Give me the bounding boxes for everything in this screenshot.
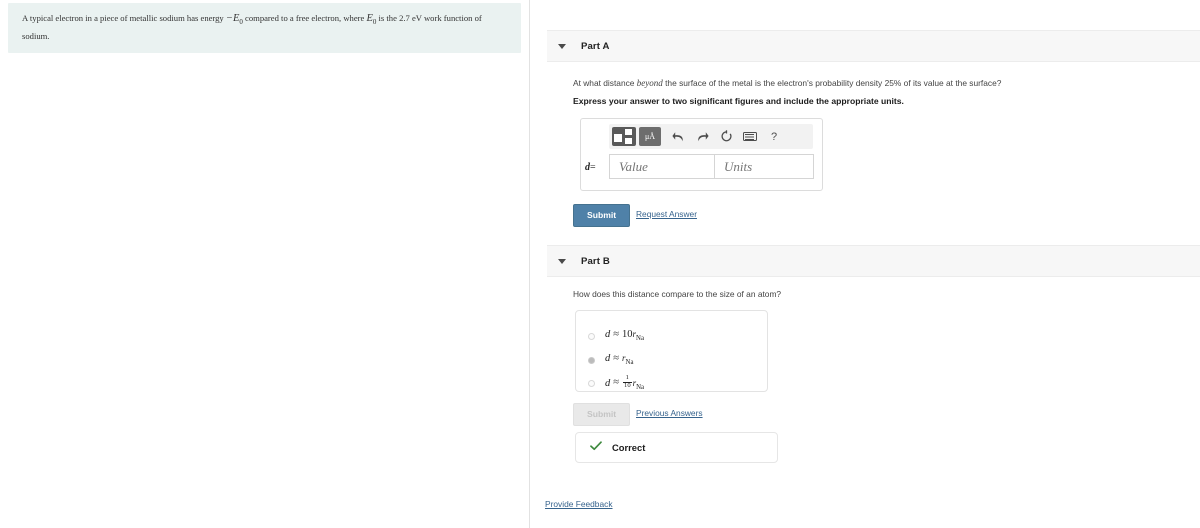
reset-circle-icon (720, 130, 733, 143)
previous-answers-link[interactable]: Previous Answers (636, 408, 703, 418)
problem-panel: A typical electron in a piece of metalli… (0, 0, 530, 528)
radio-button-3[interactable] (588, 379, 595, 387)
provide-feedback-link[interactable]: Provide Feedback (545, 499, 613, 509)
option-row-2[interactable]: d ≈ rNa (588, 353, 633, 367)
option-label-3: d ≈1 10 rNa (605, 374, 645, 391)
undo-arrow-icon (671, 131, 685, 143)
radio-button-2[interactable] (588, 356, 595, 364)
option-label-2: d ≈ rNa (605, 353, 633, 366)
option-3-fraction: 1 10 (623, 374, 632, 390)
template-icon (612, 127, 636, 146)
option-1-coef: 10 (622, 329, 633, 341)
undo-button[interactable] (668, 127, 688, 146)
option-row-1[interactable]: d ≈10rNa (588, 329, 644, 343)
part-a-title: Part A (581, 40, 610, 52)
redo-arrow-icon (696, 131, 709, 143)
part-b-header[interactable]: Part B (547, 245, 1200, 277)
option-1-var: d (605, 329, 611, 341)
equals-sign: = (590, 162, 596, 173)
units-button[interactable]: μÅ (639, 127, 661, 146)
correct-feedback-box: Correct (575, 432, 778, 463)
math-toolbar: μÅ ? (609, 124, 813, 149)
part-a-submit-button[interactable]: Submit (573, 204, 631, 227)
part-a-question: At what distance beyond the surface of t… (573, 78, 1173, 88)
redo-button[interactable] (692, 127, 712, 146)
part-a-instruction: Express your answer to two significant f… (573, 96, 904, 106)
value-input[interactable] (609, 154, 715, 179)
part-b-question: How does this distance compare to the si… (573, 289, 782, 299)
template-button[interactable] (612, 127, 636, 146)
answer-entry-widget: μÅ ? d= Value Units (580, 118, 823, 191)
correct-label: Correct (612, 442, 646, 453)
help-button[interactable]: ? (764, 127, 784, 146)
option-1-rsub: Na (636, 335, 644, 343)
answer-panel: Part A At what distance beyond the surfa… (531, 0, 1200, 528)
problem-statement-box: A typical electron in a piece of metalli… (8, 3, 521, 54)
chevron-down-icon[interactable] (558, 43, 566, 49)
option-3-rel: ≈ (613, 377, 620, 389)
units-input[interactable] (714, 154, 814, 179)
option-3-rsub: Na (636, 383, 645, 391)
option-2-var: d (605, 353, 611, 365)
page-root: A typical electron in a piece of metalli… (0, 0, 1200, 528)
part-b-title: Part B (581, 255, 610, 267)
question-mark-icon: ? (770, 130, 778, 143)
keyboard-icon (743, 132, 757, 141)
part-a-question-pre: At what distance (573, 78, 637, 88)
option-2-rsub: Na (625, 359, 634, 367)
keyboard-button[interactable] (740, 127, 760, 146)
check-icon (590, 441, 602, 454)
part-a-question-post: the surface of the metal is the electron… (662, 78, 1002, 88)
variable-label: d= (585, 162, 596, 173)
option-3-frac-denominator: 10 (624, 381, 631, 389)
part-b-options-box: d ≈10rNa d ≈ rNa d ≈1 10 rNa (575, 310, 768, 392)
problem-statement-text: A typical electron in a piece of metalli… (22, 11, 507, 43)
micro-angstrom-icon: μÅ (639, 127, 661, 146)
problem-text-before: A typical electron in a piece of metalli… (22, 13, 226, 23)
request-answer-link[interactable]: Request Answer (636, 209, 697, 219)
option-row-3[interactable]: d ≈1 10 rNa (588, 374, 645, 391)
energy-symbol-main: −E (225, 13, 240, 24)
option-3-var: d (605, 377, 611, 389)
problem-text-middle: compared to a free electron, where (242, 13, 367, 23)
chevron-down-icon[interactable] (558, 258, 566, 264)
part-b-submit-button: Submit (573, 403, 631, 426)
option-2-rel: ≈ (613, 353, 620, 365)
reset-button[interactable] (716, 127, 736, 146)
problem-symbol2: E0 (366, 13, 376, 26)
radio-button-1[interactable] (588, 332, 595, 340)
part-a-header[interactable]: Part A (547, 30, 1200, 62)
part-a-question-emphasis: beyond (636, 78, 663, 88)
problem-energy-symbol: −E0 (225, 13, 243, 26)
option-label-1: d ≈10rNa (605, 329, 644, 342)
option-1-rel: ≈ (613, 329, 620, 341)
